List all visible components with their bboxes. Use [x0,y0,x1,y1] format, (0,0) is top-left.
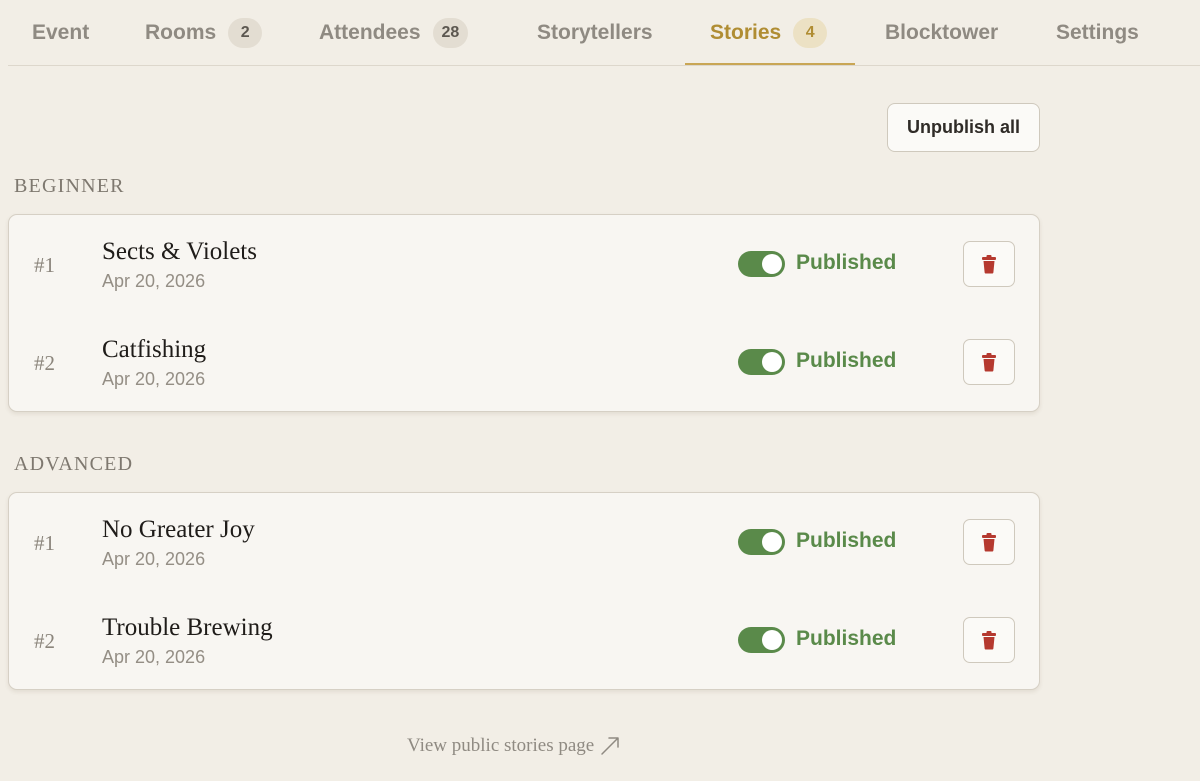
toggle-knob [762,352,782,372]
story-row: #2 Catfishing Apr 20, 2026 Published [9,313,1039,411]
public-link-label: View public stories page [407,735,595,756]
tab-label: Blocktower [885,21,999,44]
section-label-advanced: ADVANCED [14,453,134,475]
publish-status: Published [796,529,897,552]
count-badge: 4 [793,18,828,48]
unpublish-all-button[interactable]: Unpublish all [887,103,1040,152]
story-date: Apr 20, 2026 [102,369,206,389]
story-number: #1 [34,253,55,277]
toggle-knob [762,254,782,274]
tab-label: Settings [1056,21,1139,44]
tab-rooms[interactable]: Rooms 2 [145,0,263,66]
tab-label: Storytellers [537,21,653,44]
publish-status: Published [796,627,897,650]
tab-label: Attendees [319,21,421,44]
story-number: #2 [34,351,55,375]
publish-toggle[interactable] [738,251,785,277]
tab-blocktower[interactable]: Blocktower [885,0,998,66]
story-title[interactable]: Sects & Violets [102,238,257,266]
toggle-knob [762,630,782,650]
story-title[interactable]: No Greater Joy [102,516,255,544]
tab-event[interactable]: Event [32,0,89,66]
tab-label: Event [32,21,90,44]
active-tab-indicator [685,63,855,65]
publish-toggle[interactable] [738,529,785,555]
publish-toggle[interactable] [738,349,785,375]
trash-icon [982,352,996,371]
story-row: #1 Sects & Violets Apr 20, 2026 Publishe… [9,215,1039,313]
story-card-advanced: #1 No Greater Joy Apr 20, 2026 Published… [8,492,1040,690]
tab-attendees[interactable]: Attendees 28 [319,0,469,66]
story-number: #2 [34,629,55,653]
tab-settings[interactable]: Settings [1056,0,1139,66]
delete-story-button[interactable] [963,241,1015,287]
trash-icon [982,630,996,649]
delete-story-button[interactable] [963,617,1015,663]
story-title[interactable]: Catfishing [102,336,206,364]
section-label-beginner: BEGINNER [14,175,125,197]
trash-icon [982,254,996,273]
tab-stories[interactable]: Stories 4 [710,0,828,66]
delete-story-button[interactable] [963,519,1015,565]
story-card-beginner: #1 Sects & Violets Apr 20, 2026 Publishe… [8,214,1040,412]
story-date: Apr 20, 2026 [102,271,206,291]
tab-storytellers[interactable]: Storytellers [537,0,653,66]
tab-label: Rooms [145,21,217,44]
publish-status: Published [796,251,897,274]
story-date: Apr 20, 2026 [102,549,206,569]
view-public-stories-link[interactable]: View public stories page [407,735,620,757]
story-row: #2 Trouble Brewing Apr 20, 2026 Publishe… [9,591,1039,689]
publish-toggle[interactable] [738,627,785,653]
story-row: #1 No Greater Joy Apr 20, 2026 Published [9,493,1039,591]
story-title[interactable]: Trouble Brewing [102,614,273,642]
toggle-knob [762,532,782,552]
story-date: Apr 20, 2026 [102,647,206,667]
story-number: #1 [34,531,55,555]
count-badge: 28 [432,18,469,48]
tab-label: Stories [710,21,782,44]
arrow-up-right-icon [601,737,619,755]
delete-story-button[interactable] [963,339,1015,385]
tab-bar: Event Rooms 2 Attendees 28 Storytellers … [8,0,1200,66]
count-badge: 2 [228,18,263,48]
publish-status: Published [796,349,897,372]
trash-icon [982,532,996,551]
